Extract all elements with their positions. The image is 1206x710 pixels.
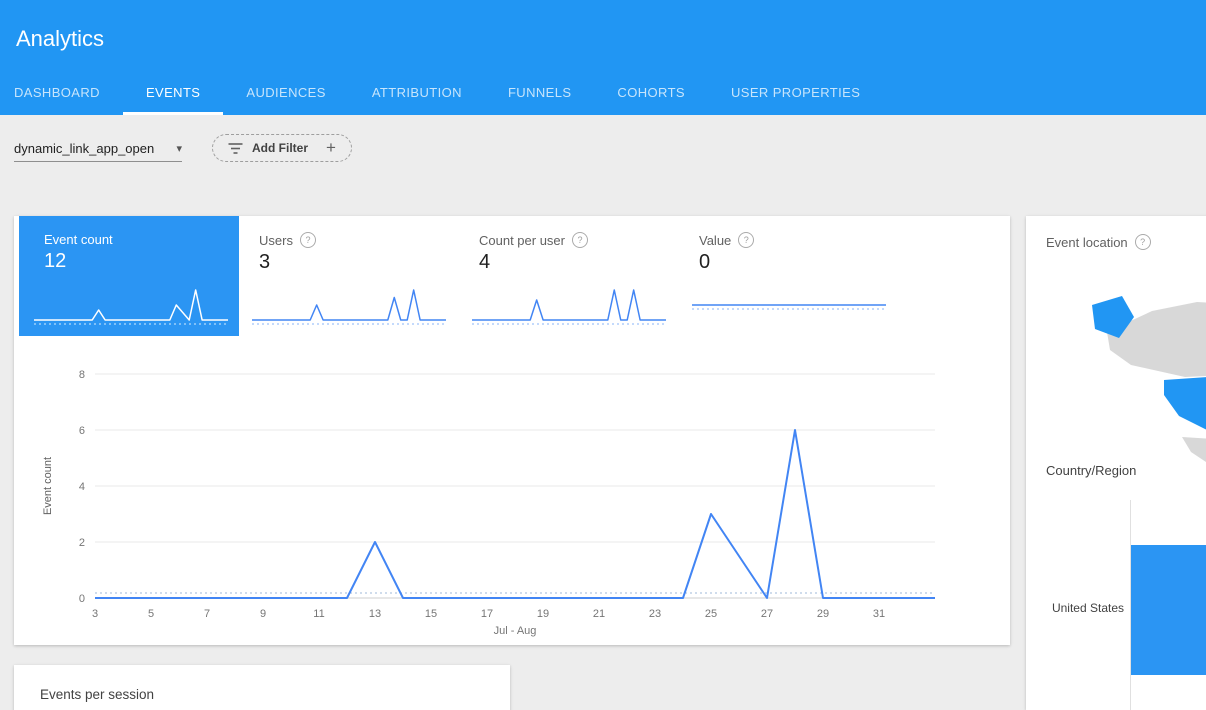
svg-text:3: 3 [92, 608, 98, 620]
event-metrics-card: Event count 12 Users ? 3 Count per user … [14, 216, 1010, 645]
map-mexico [1182, 437, 1206, 479]
svg-text:25: 25 [705, 608, 717, 620]
metric-tab-users[interactable]: Users ? 3 [239, 216, 459, 336]
tab-attribution[interactable]: ATTRIBUTION [349, 71, 485, 115]
event-select-value: dynamic_link_app_open [14, 141, 154, 156]
metric-tabs: Event count 12 Users ? 3 Count per user … [14, 216, 1010, 336]
svg-text:2: 2 [79, 537, 85, 549]
metric-tab-value[interactable]: Value ? 0 [679, 216, 899, 336]
location-card-title: Event location [1046, 235, 1128, 250]
event-location-card: Event location ? Country/Region United S… [1026, 216, 1206, 710]
svg-text:5: 5 [148, 608, 154, 620]
add-filter-button[interactable]: Add Filter + [212, 134, 352, 162]
tab-events[interactable]: EVENTS [123, 71, 223, 115]
users-sparkline [249, 282, 449, 328]
y-axis-label: Event count [42, 406, 54, 566]
svg-text:8: 8 [79, 369, 85, 381]
add-filter-label: Add Filter [252, 141, 308, 155]
page-title: Analytics [16, 26, 104, 52]
plus-icon: + [326, 138, 336, 158]
chevron-down-icon: ▾ [176, 142, 182, 155]
svg-text:27: 27 [761, 608, 773, 620]
events-per-session-card: Events per session [14, 665, 510, 710]
help-icon[interactable]: ? [300, 232, 316, 248]
svg-text:11: 11 [313, 608, 324, 620]
svg-text:6: 6 [79, 425, 85, 437]
svg-text:17: 17 [481, 608, 493, 620]
north-america-map [1086, 266, 1206, 491]
metric-label: Count per user [479, 233, 565, 248]
metric-label: Value [699, 233, 731, 248]
svg-text:29: 29 [817, 608, 829, 620]
metric-label: Event count [44, 232, 113, 247]
tab-bar: DASHBOARD EVENTS AUDIENCES ATTRIBUTION F… [0, 71, 883, 115]
events-per-session-title: Events per session [40, 687, 154, 702]
metric-value: 12 [44, 250, 225, 273]
event-select-dropdown[interactable]: dynamic_link_app_open ▾ [14, 135, 182, 162]
svg-text:4: 4 [79, 481, 85, 493]
svg-text:31: 31 [873, 608, 885, 620]
metric-tab-count-per-user[interactable]: Count per user ? 4 [459, 216, 679, 336]
event-count-sparkline [31, 282, 231, 328]
svg-text:19: 19 [537, 608, 549, 620]
metric-value: 0 [699, 251, 885, 274]
tab-audiences[interactable]: AUDIENCES [223, 71, 348, 115]
svg-text:13: 13 [369, 608, 381, 620]
svg-text:9: 9 [260, 608, 266, 620]
tab-user-properties[interactable]: USER PROPERTIES [708, 71, 883, 115]
svg-text:0: 0 [79, 593, 85, 605]
filter-bar: dynamic_link_app_open ▾ Add Filter + [0, 115, 1206, 216]
help-icon[interactable]: ? [572, 232, 588, 248]
svg-text:23: 23 [649, 608, 661, 620]
svg-text:15: 15 [425, 608, 437, 620]
metric-tab-event-count[interactable]: Event count 12 [19, 216, 239, 336]
help-icon[interactable]: ? [738, 232, 754, 248]
main-line-chart: 0 2 4 6 8 3 5 7 9 11 13 15 17 19 21 23 25 27 29 31 Jul - Aug [55, 354, 955, 644]
metric-value: 4 [479, 251, 665, 274]
svg-text:7: 7 [204, 608, 210, 620]
tab-cohorts[interactable]: COHORTS [594, 71, 708, 115]
app-header: Analytics DASHBOARD EVENTS AUDIENCES ATT… [0, 0, 1206, 115]
metric-label: Users [259, 233, 293, 248]
svg-text:21: 21 [593, 608, 605, 620]
united-states-label: United States [1026, 601, 1124, 615]
filter-icon [228, 142, 243, 155]
svg-text:Jul - Aug: Jul - Aug [494, 625, 537, 637]
country-region-header: Country/Region [1046, 463, 1136, 478]
help-icon[interactable]: ? [1135, 234, 1151, 250]
count-per-user-sparkline [469, 282, 669, 328]
analytics-screen: Analytics DASHBOARD EVENTS AUDIENCES ATT… [0, 0, 1206, 710]
metric-value: 3 [259, 251, 445, 274]
value-sparkline [689, 282, 889, 328]
map-united-states-highlighted [1164, 371, 1206, 434]
tab-funnels[interactable]: FUNNELS [485, 71, 594, 115]
united-states-bar [1131, 545, 1206, 675]
tab-dashboard[interactable]: DASHBOARD [0, 71, 123, 115]
